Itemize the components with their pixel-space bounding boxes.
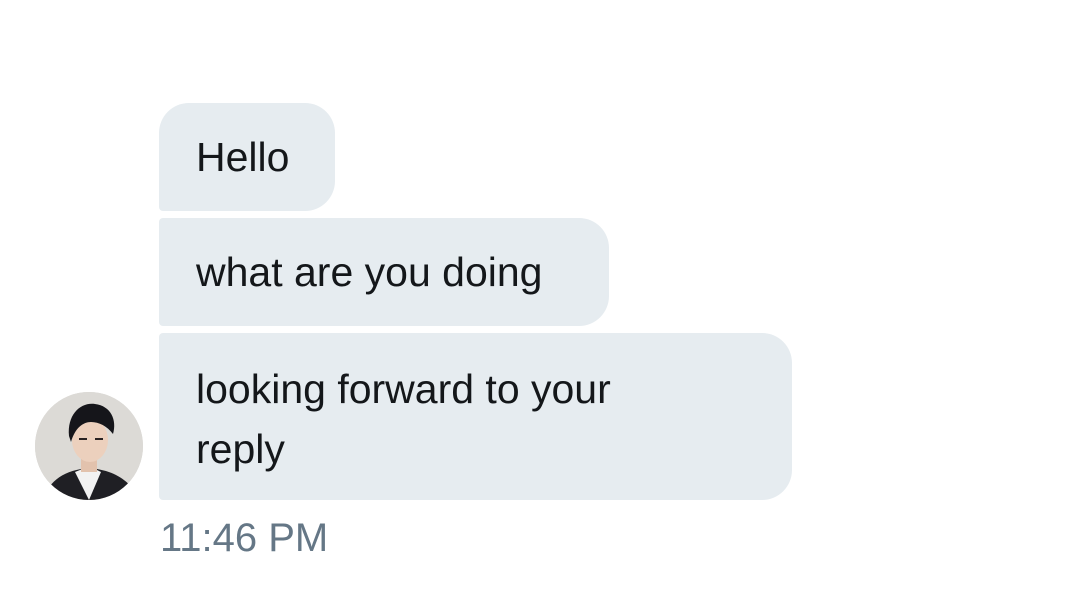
message-bubble[interactable]: looking forward to your reply: [159, 333, 792, 500]
message-thread: Hello what are you doing looking forward…: [0, 0, 1080, 607]
message-bubble[interactable]: what are you doing: [159, 218, 609, 326]
message-text: Hello: [196, 134, 290, 180]
person-avatar-icon: [35, 392, 143, 500]
message-bubble[interactable]: Hello: [159, 103, 335, 211]
message-text: looking forward to your reply: [196, 366, 611, 472]
message-text: what are you doing: [196, 249, 543, 295]
sender-avatar[interactable]: [35, 392, 143, 500]
message-timestamp: 11:46 PM: [160, 516, 329, 560]
